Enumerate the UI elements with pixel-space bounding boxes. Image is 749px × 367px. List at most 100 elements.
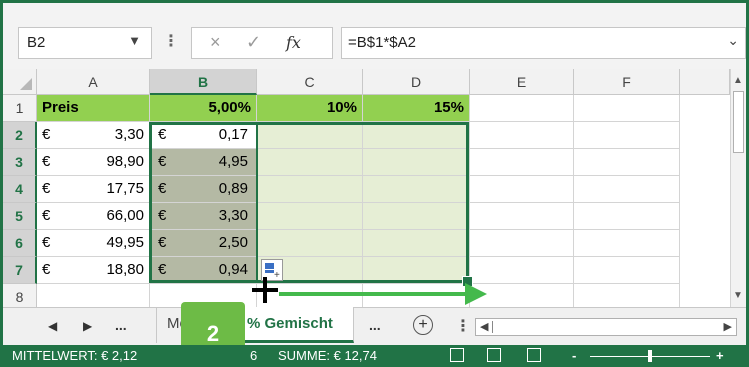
- column-header-a[interactable]: A: [37, 69, 150, 95]
- row-header-2[interactable]: 2: [3, 122, 37, 149]
- prev-sheet-icon[interactable]: ◀: [48, 319, 57, 333]
- cell-text: 66,00: [106, 207, 144, 224]
- column-header-g[interactable]: [680, 69, 730, 95]
- cell-text: 98,90: [106, 153, 144, 170]
- cell-text: 3,30: [218, 207, 248, 224]
- formula-input[interactable]: =B$1*$A2 ⌄: [341, 27, 746, 59]
- horizontal-scrollbar[interactable]: ◀ ▶: [475, 318, 737, 336]
- cell-b5[interactable]: € 3,30: [150, 203, 257, 230]
- cell-c3[interactable]: [257, 149, 363, 176]
- cell-d4[interactable]: [363, 176, 470, 203]
- cell-a8[interactable]: [37, 284, 150, 307]
- worksheet-grid[interactable]: A B C D E F 1 2 3 4 5 6 7 8 Preis 5,00% …: [3, 69, 746, 307]
- cell-d2[interactable]: [363, 122, 470, 149]
- cell-d5[interactable]: [363, 203, 470, 230]
- currency-symbol: €: [42, 234, 51, 251]
- cell-text: 0,89: [218, 180, 248, 197]
- cell-a6[interactable]: € 49,95: [37, 230, 150, 257]
- cell-d6[interactable]: [363, 230, 470, 257]
- row-header-4[interactable]: 4: [3, 176, 37, 203]
- cell-e6[interactable]: [470, 230, 574, 257]
- cell-b2[interactable]: € 0,17: [150, 122, 257, 149]
- cell-f4[interactable]: [574, 176, 680, 203]
- cell-e5[interactable]: [470, 203, 574, 230]
- copy-source-border: [256, 125, 258, 280]
- chevron-down-icon[interactable]: ▼: [128, 33, 141, 48]
- zoom-in-button[interactable]: +: [716, 348, 724, 363]
- cell-d3[interactable]: [363, 149, 470, 176]
- cell-c6[interactable]: [257, 230, 363, 257]
- scroll-right-icon[interactable]: ▶: [724, 320, 732, 333]
- row-header-5[interactable]: 5: [3, 203, 37, 230]
- cell-a4[interactable]: € 17,75: [37, 176, 150, 203]
- name-box[interactable]: B2 ▼: [18, 27, 152, 59]
- row-header-6[interactable]: 6: [3, 230, 37, 257]
- cell-e1[interactable]: [470, 95, 574, 122]
- scroll-down-icon[interactable]: ▼: [733, 290, 743, 301]
- cell-f3[interactable]: [574, 149, 680, 176]
- row-header-7[interactable]: 7: [3, 257, 37, 284]
- more-sheets-right[interactable]: ...: [369, 317, 381, 333]
- cell-c5[interactable]: [257, 203, 363, 230]
- column-header-f[interactable]: F: [574, 69, 680, 95]
- cell-b1[interactable]: 5,00%: [150, 95, 257, 122]
- cell-d1[interactable]: 15%: [363, 95, 470, 122]
- cell-a5[interactable]: € 66,00: [37, 203, 150, 230]
- cell-b3[interactable]: € 4,95: [150, 149, 257, 176]
- normal-view-icon[interactable]: [450, 348, 464, 362]
- more-sheets-left[interactable]: ...: [115, 317, 127, 333]
- cancel-icon[interactable]: ×: [210, 32, 221, 53]
- select-all-corner[interactable]: [3, 69, 37, 95]
- row-header-1[interactable]: 1: [3, 95, 37, 122]
- scroll-up-icon[interactable]: ▲: [733, 75, 743, 86]
- cell-e3[interactable]: [470, 149, 574, 176]
- cell-e7[interactable]: [470, 257, 574, 284]
- page-layout-icon[interactable]: [487, 348, 501, 362]
- cell-e4[interactable]: [470, 176, 574, 203]
- row-header-3[interactable]: 3: [3, 149, 37, 176]
- cell-f1[interactable]: [574, 95, 680, 122]
- column-header-b[interactable]: B: [150, 69, 257, 95]
- cell-b7[interactable]: € 0,94: [150, 257, 257, 284]
- next-sheet-icon[interactable]: ▶: [83, 319, 92, 333]
- cell-c4[interactable]: [257, 176, 363, 203]
- cell-f7[interactable]: [574, 257, 680, 284]
- column-header-d[interactable]: D: [363, 69, 470, 95]
- cell-f6[interactable]: [574, 230, 680, 257]
- cell-a3[interactable]: € 98,90: [37, 149, 150, 176]
- cell-b6[interactable]: € 2,50: [150, 230, 257, 257]
- cell-a7[interactable]: € 18,80: [37, 257, 150, 284]
- cell-f5[interactable]: [574, 203, 680, 230]
- scroll-left-icon[interactable]: ◀: [480, 320, 488, 333]
- column-header-e[interactable]: E: [470, 69, 574, 95]
- cell-f8[interactable]: [574, 284, 680, 307]
- cell-c2[interactable]: [257, 122, 363, 149]
- currency-symbol: €: [42, 126, 51, 143]
- cell-text: 2,50: [218, 234, 248, 251]
- page-break-preview-icon[interactable]: [527, 348, 541, 362]
- add-sheet-icon[interactable]: +: [413, 315, 433, 335]
- currency-symbol: €: [158, 126, 167, 143]
- zoom-slider-knob[interactable]: [648, 350, 652, 362]
- cell-a2[interactable]: € 3,30: [37, 122, 150, 149]
- cell-c1[interactable]: 10%: [257, 95, 363, 122]
- cell-a1[interactable]: Preis: [37, 95, 150, 122]
- cell-b4[interactable]: € 0,89: [150, 176, 257, 203]
- scrollbar-thumb[interactable]: [733, 91, 744, 153]
- row-header-8[interactable]: 8: [3, 284, 37, 307]
- currency-symbol: €: [158, 153, 167, 170]
- tab-options-icon[interactable]: ⋮: [455, 316, 471, 336]
- insert-function-icon[interactable]: fx: [286, 33, 301, 52]
- cell-d7[interactable]: [363, 257, 470, 284]
- tab-gemischt[interactable]: % Gemischt: [236, 307, 354, 343]
- zoom-out-button[interactable]: -: [572, 348, 576, 363]
- column-header-c[interactable]: C: [257, 69, 363, 95]
- vertical-scrollbar[interactable]: ▲ ▼: [730, 69, 746, 307]
- cell-f2[interactable]: [574, 122, 680, 149]
- scrollbar-thumb[interactable]: [492, 321, 501, 333]
- enter-icon[interactable]: ✓: [246, 32, 261, 53]
- currency-symbol: €: [42, 180, 51, 197]
- more-options-icon[interactable]: ⋮: [163, 31, 179, 51]
- expand-formula-icon[interactable]: ⌄: [727, 32, 739, 49]
- cell-e2[interactable]: [470, 122, 574, 149]
